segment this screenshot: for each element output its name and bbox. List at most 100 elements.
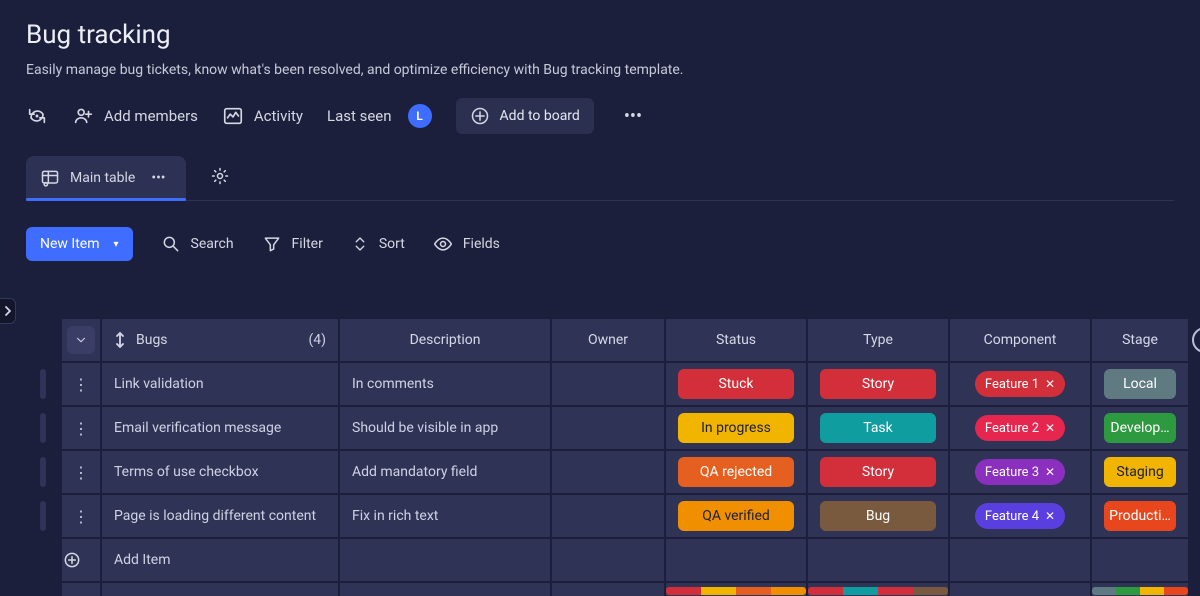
activity-button[interactable]: Activity: [222, 105, 303, 127]
cell-owner[interactable]: [552, 407, 664, 449]
table-row[interactable]: ⋮ Terms of use checkbox Add mandatory fi…: [26, 451, 1174, 493]
column-header-component[interactable]: Component: [950, 319, 1090, 361]
component-chip[interactable]: Feature 2 ✕: [975, 415, 1065, 441]
cell-status[interactable]: QA rejected: [666, 451, 806, 493]
search-button[interactable]: Search: [161, 234, 234, 254]
row-drag-cell[interactable]: ⋮: [62, 495, 100, 537]
table-row[interactable]: ⋮ Link validation In comments Stuck Stor…: [26, 363, 1174, 405]
table-row[interactable]: ⋮ Email verification message Should be v…: [26, 407, 1174, 449]
cell-component[interactable]: Feature 1 ✕: [950, 363, 1090, 405]
add-to-board-button[interactable]: Add to board: [456, 98, 594, 134]
stage-summary: [1092, 583, 1188, 596]
row-drag-cell[interactable]: ⋮: [62, 363, 100, 405]
row-drag-cell[interactable]: ⋮: [62, 407, 100, 449]
row-drag-cell[interactable]: ⋮: [62, 451, 100, 493]
fields-button[interactable]: Fields: [433, 234, 500, 254]
cell-status[interactable]: QA verified: [666, 495, 806, 537]
cell-component[interactable]: Feature 4 ✕: [950, 495, 1090, 537]
filter-button[interactable]: Filter: [262, 234, 323, 254]
cell-name[interactable]: Email verification message: [102, 407, 338, 449]
empty-cell: [808, 539, 948, 581]
cell-description[interactable]: Add mandatory field: [340, 451, 550, 493]
empty-cell: [552, 583, 664, 596]
cell-name[interactable]: Page is loading different content: [102, 495, 338, 537]
status-pill: QA rejected: [678, 457, 794, 487]
type-pill: Story: [820, 457, 936, 487]
empty-cell: [552, 539, 664, 581]
plus-circle-icon: [62, 550, 82, 570]
column-header-name[interactable]: Bugs (4): [102, 319, 338, 361]
empty-cell: [666, 539, 806, 581]
component-chip-label: Feature 4: [985, 509, 1039, 524]
search-icon: [161, 234, 181, 254]
column-header-status[interactable]: Status: [666, 319, 806, 361]
add-column-button[interactable]: +: [1192, 327, 1200, 353]
empty-cell: [1190, 495, 1200, 537]
column-header-owner[interactable]: Owner: [552, 319, 664, 361]
component-chip[interactable]: Feature 3 ✕: [975, 459, 1065, 485]
type-summary: [808, 583, 948, 596]
cell-name[interactable]: Terms of use checkbox: [102, 451, 338, 493]
stage-pill: Producti…: [1104, 501, 1176, 531]
cell-owner[interactable]: [552, 495, 664, 537]
add-item-label: Add Item: [114, 552, 171, 568]
column-header-type[interactable]: Type: [808, 319, 948, 361]
plus-circle-icon: [470, 106, 490, 126]
last-seen-indicator[interactable]: Last seen L: [327, 104, 432, 128]
views-settings-button[interactable]: [204, 160, 236, 196]
search-label: Search: [191, 236, 234, 252]
new-item-button[interactable]: New Item ▾: [26, 227, 133, 261]
tab-more-button[interactable]: •••: [145, 166, 171, 190]
empty-cell: [1190, 363, 1200, 405]
cell-stage[interactable]: Develop…: [1092, 407, 1188, 449]
cell-status[interactable]: Stuck: [666, 363, 806, 405]
sort-button[interactable]: Sort: [351, 235, 405, 253]
empty-cell: [340, 583, 550, 596]
cell-status[interactable]: In progress: [666, 407, 806, 449]
data-table: Bugs (4) Description Owner Status Type C…: [26, 319, 1174, 596]
component-chip[interactable]: Feature 1 ✕: [975, 371, 1065, 397]
close-icon[interactable]: ✕: [1045, 509, 1055, 523]
status-summary: [666, 583, 806, 596]
add-item-row: Add Item: [26, 539, 1174, 581]
component-summary: [950, 583, 1090, 596]
active-tab-indicator: [26, 198, 186, 201]
component-chip[interactable]: Feature 4 ✕: [975, 503, 1065, 529]
group-collapse-cell: [62, 319, 100, 361]
expand-vertical-icon: [114, 332, 126, 348]
column-header-description[interactable]: Description: [340, 319, 550, 361]
cell-type[interactable]: Task: [808, 407, 948, 449]
cell-description[interactable]: Should be visible in app: [340, 407, 550, 449]
close-icon[interactable]: ✕: [1045, 465, 1055, 479]
status-pill: Stuck: [678, 369, 794, 399]
add-item-button[interactable]: Add Item: [102, 539, 338, 581]
cell-name[interactable]: Link validation: [102, 363, 338, 405]
more-menu-button[interactable]: •••: [618, 102, 648, 131]
table-row[interactable]: ⋮ Page is loading different content Fix …: [26, 495, 1174, 537]
cell-component[interactable]: Feature 2 ✕: [950, 407, 1090, 449]
drag-handle-icon: ⋮: [62, 375, 100, 394]
cell-owner[interactable]: [552, 451, 664, 493]
cell-description[interactable]: Fix in rich text: [340, 495, 550, 537]
column-header-stage[interactable]: Stage: [1092, 319, 1188, 361]
avatar[interactable]: L: [408, 104, 432, 128]
cell-component[interactable]: Feature 3 ✕: [950, 451, 1090, 493]
type-pill: Bug: [820, 501, 936, 531]
cell-type[interactable]: Story: [808, 451, 948, 493]
cell-type[interactable]: Bug: [808, 495, 948, 537]
refresh-button[interactable]: [26, 105, 48, 127]
close-icon[interactable]: ✕: [1045, 377, 1055, 391]
row-handle-cell: [26, 407, 60, 449]
cell-type[interactable]: Story: [808, 363, 948, 405]
tab-main-table[interactable]: Main table •••: [26, 156, 186, 200]
gear-icon: [210, 166, 230, 186]
close-icon[interactable]: ✕: [1045, 421, 1055, 435]
add-members-button[interactable]: Add members: [72, 105, 198, 127]
cell-description[interactable]: In comments: [340, 363, 550, 405]
cell-stage[interactable]: Producti…: [1092, 495, 1188, 537]
cell-stage[interactable]: Staging: [1092, 451, 1188, 493]
refresh-icon: [26, 105, 48, 127]
group-collapse-button[interactable]: [67, 326, 95, 354]
cell-stage[interactable]: Local: [1092, 363, 1188, 405]
cell-owner[interactable]: [552, 363, 664, 405]
